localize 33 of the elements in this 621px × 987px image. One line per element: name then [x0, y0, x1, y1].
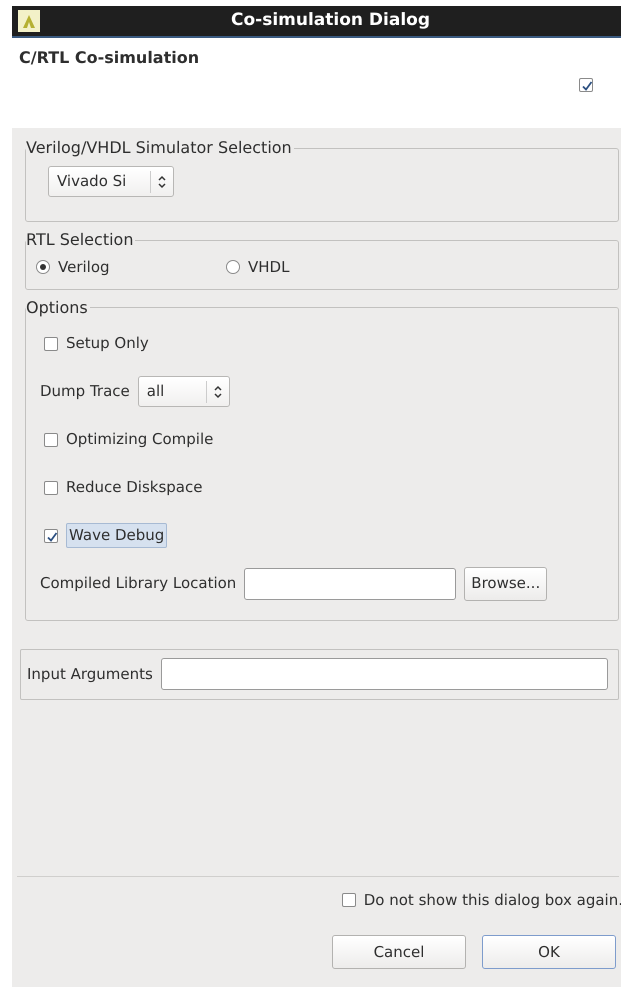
app-icon [18, 10, 40, 32]
checkbox[interactable] [579, 78, 593, 92]
browse-button[interactable]: Browse... [464, 566, 548, 600]
window-title: Co-simulation Dialog [230, 9, 431, 32]
checkbox-label[interactable]: Reduce Diskspace [66, 476, 202, 499]
group-label: RTL Selection [26, 232, 134, 248]
updown-icon [212, 384, 223, 398]
checkbox[interactable] [44, 480, 58, 494]
cancel-button[interactable]: Cancel [332, 935, 466, 969]
trace-select[interactable]: all [138, 376, 230, 407]
checkbox-label[interactable]: Optimizing Compile [66, 428, 214, 451]
ok-button[interactable]: OK [482, 935, 616, 969]
updown-icon [157, 174, 167, 188]
dialog-heading: C/RTL Co-simulation [19, 47, 200, 69]
checkbox-label[interactable]: Wave Debug [66, 523, 168, 548]
field-label: Compiled Library Location [40, 573, 236, 594]
checkbox[interactable] [44, 336, 58, 350]
radio-label[interactable]: VHDL [248, 256, 290, 278]
simulator-select[interactable]: Vivado Si [48, 166, 174, 197]
field-label: Dump Trace [40, 381, 130, 402]
field-label: Input Arguments [27, 664, 153, 685]
checkbox[interactable] [342, 892, 356, 907]
checkbox-label[interactable]: Do not show this dialog box again. [364, 888, 621, 911]
checkbox-label[interactable]: Setup Only [66, 332, 149, 355]
group-label: Options [26, 300, 89, 316]
path-field[interactable] [244, 568, 456, 600]
radio-button[interactable] [226, 260, 240, 274]
checkbox[interactable] [44, 528, 58, 542]
checkbox[interactable] [44, 432, 58, 446]
radio-button[interactable] [36, 260, 50, 274]
arguments-field[interactable] [160, 658, 608, 690]
radio-label[interactable]: Verilog [58, 256, 110, 278]
group-label: Verilog/VHDL Simulator Selection [26, 140, 293, 156]
